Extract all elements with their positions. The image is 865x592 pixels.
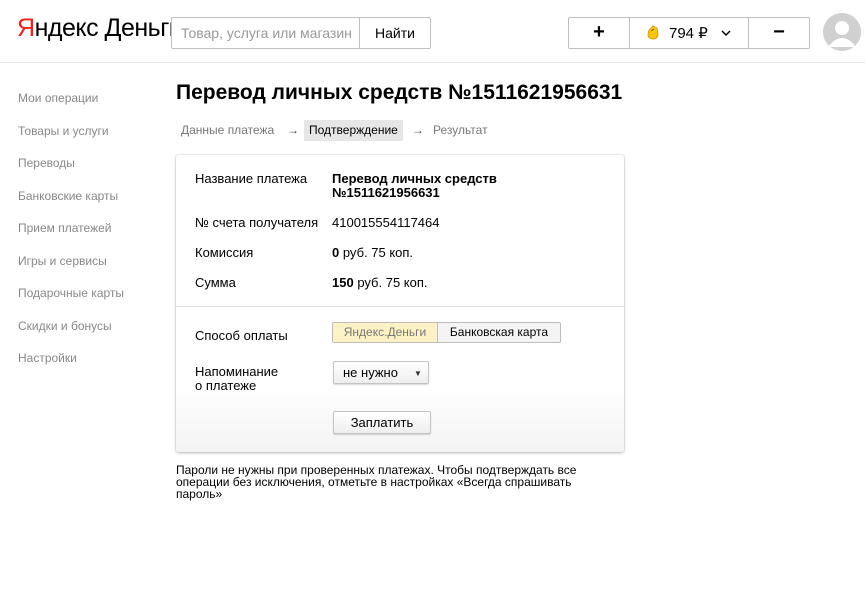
payment-method-bank-card[interactable]: Банковская карта xyxy=(438,323,560,342)
note-line2: операции без исключения, отметьте в наст… xyxy=(176,475,572,489)
step-confirmation-active: Подтверждение xyxy=(304,120,403,141)
wallet-widget: + 794 ₽ − xyxy=(568,17,810,49)
reminder-select-value: не нужно xyxy=(343,365,398,380)
balance-amount: 794 ₽ xyxy=(669,25,708,42)
header: Яндекс Деньги Найти + 794 ₽ − xyxy=(0,0,865,63)
payment-name-label: Название платежа xyxy=(195,171,308,186)
step-arrow: → xyxy=(287,123,299,137)
sum-unit: руб. 75 коп. xyxy=(353,275,428,290)
payment-method-yandex-money[interactable]: Яндекс.Деньги xyxy=(333,323,438,342)
user-silhouette-icon xyxy=(823,13,861,51)
reminder-label-line1: Напоминание xyxy=(195,364,279,379)
sidebar-item-goods-services[interactable]: Товары и услуги xyxy=(18,123,158,156)
sidebar-item-gift-cards[interactable]: Подарочные карты xyxy=(18,285,158,318)
chevron-down-icon xyxy=(721,30,731,37)
dropdown-arrow-icon: ▼ xyxy=(414,369,422,378)
payment-name-line2: №1511621956631 xyxy=(332,185,440,200)
payment-name-value: Перевод личных средств №1511621956631 xyxy=(332,172,497,200)
search-button[interactable]: Найти xyxy=(359,17,431,49)
reminder-label-line2: о платеже xyxy=(195,378,257,393)
search-input[interactable] xyxy=(171,17,360,49)
withdraw-button[interactable]: − xyxy=(749,18,809,48)
page-title: Перевод личных средств №1511621956631 xyxy=(176,81,623,104)
logo-product: Деньги xyxy=(98,14,183,42)
sum-label: Сумма xyxy=(195,275,236,290)
sidebar-item-bank-cards[interactable]: Банковские карты xyxy=(18,188,158,221)
commission-value: 0 руб. 75 коп. xyxy=(332,246,413,260)
step-result: Результат xyxy=(433,123,488,137)
sidebar-nav: Мои операции Товары и услуги Переводы Ба… xyxy=(18,90,158,383)
commission-unit: руб. 75 коп. xyxy=(339,245,414,260)
sidebar-item-games-services[interactable]: Игры и сервисы xyxy=(18,253,158,286)
balance-dropdown[interactable]: 794 ₽ xyxy=(630,18,749,48)
reminder-label: Напоминание о платеже xyxy=(195,365,278,393)
card-divider xyxy=(176,306,624,307)
step-arrow: → xyxy=(412,123,424,137)
step-payment-data: Данные платежа xyxy=(181,123,275,137)
logo-brand: ндекс xyxy=(34,14,99,42)
top-up-button[interactable]: + xyxy=(569,18,630,48)
note-line3: пароль» xyxy=(176,487,223,501)
recipient-account-label: № счета получателя xyxy=(195,215,319,230)
password-note: Пароли не нужны при проверенных платежах… xyxy=(176,464,606,500)
yandex-money-logo[interactable]: Яндекс Деньги xyxy=(17,14,183,43)
reminder-select[interactable]: не нужно ▼ xyxy=(333,361,429,384)
recipient-account-value: 410015554117464 xyxy=(332,215,440,230)
commission-label: Комиссия xyxy=(195,245,254,260)
payment-name-line1: Перевод личных средств xyxy=(332,171,497,186)
payment-method-switch: Яндекс.Деньги Банковская карта xyxy=(332,322,561,343)
payment-confirmation-card: Название платежа Перевод личных средств … xyxy=(176,155,624,452)
wallet-coin-icon xyxy=(647,25,659,40)
sidebar-item-settings[interactable]: Настройки xyxy=(18,350,158,383)
sidebar-item-discounts-bonuses[interactable]: Скидки и бонусы xyxy=(18,318,158,351)
search-form: Найти xyxy=(171,17,431,49)
sidebar-item-accept-payments[interactable]: Прием платежей xyxy=(18,220,158,253)
sum-value: 150 руб. 75 коп. xyxy=(332,276,428,290)
payment-method-label: Способ оплаты xyxy=(195,328,288,343)
user-avatar[interactable] xyxy=(823,13,861,51)
pay-button[interactable]: Заплатить xyxy=(333,411,431,434)
sum-amount: 150 xyxy=(332,275,354,290)
sidebar-item-my-operations[interactable]: Мои операции xyxy=(18,90,158,123)
sidebar-item-transfers[interactable]: Переводы xyxy=(18,155,158,188)
logo-letter: Я xyxy=(17,14,35,42)
